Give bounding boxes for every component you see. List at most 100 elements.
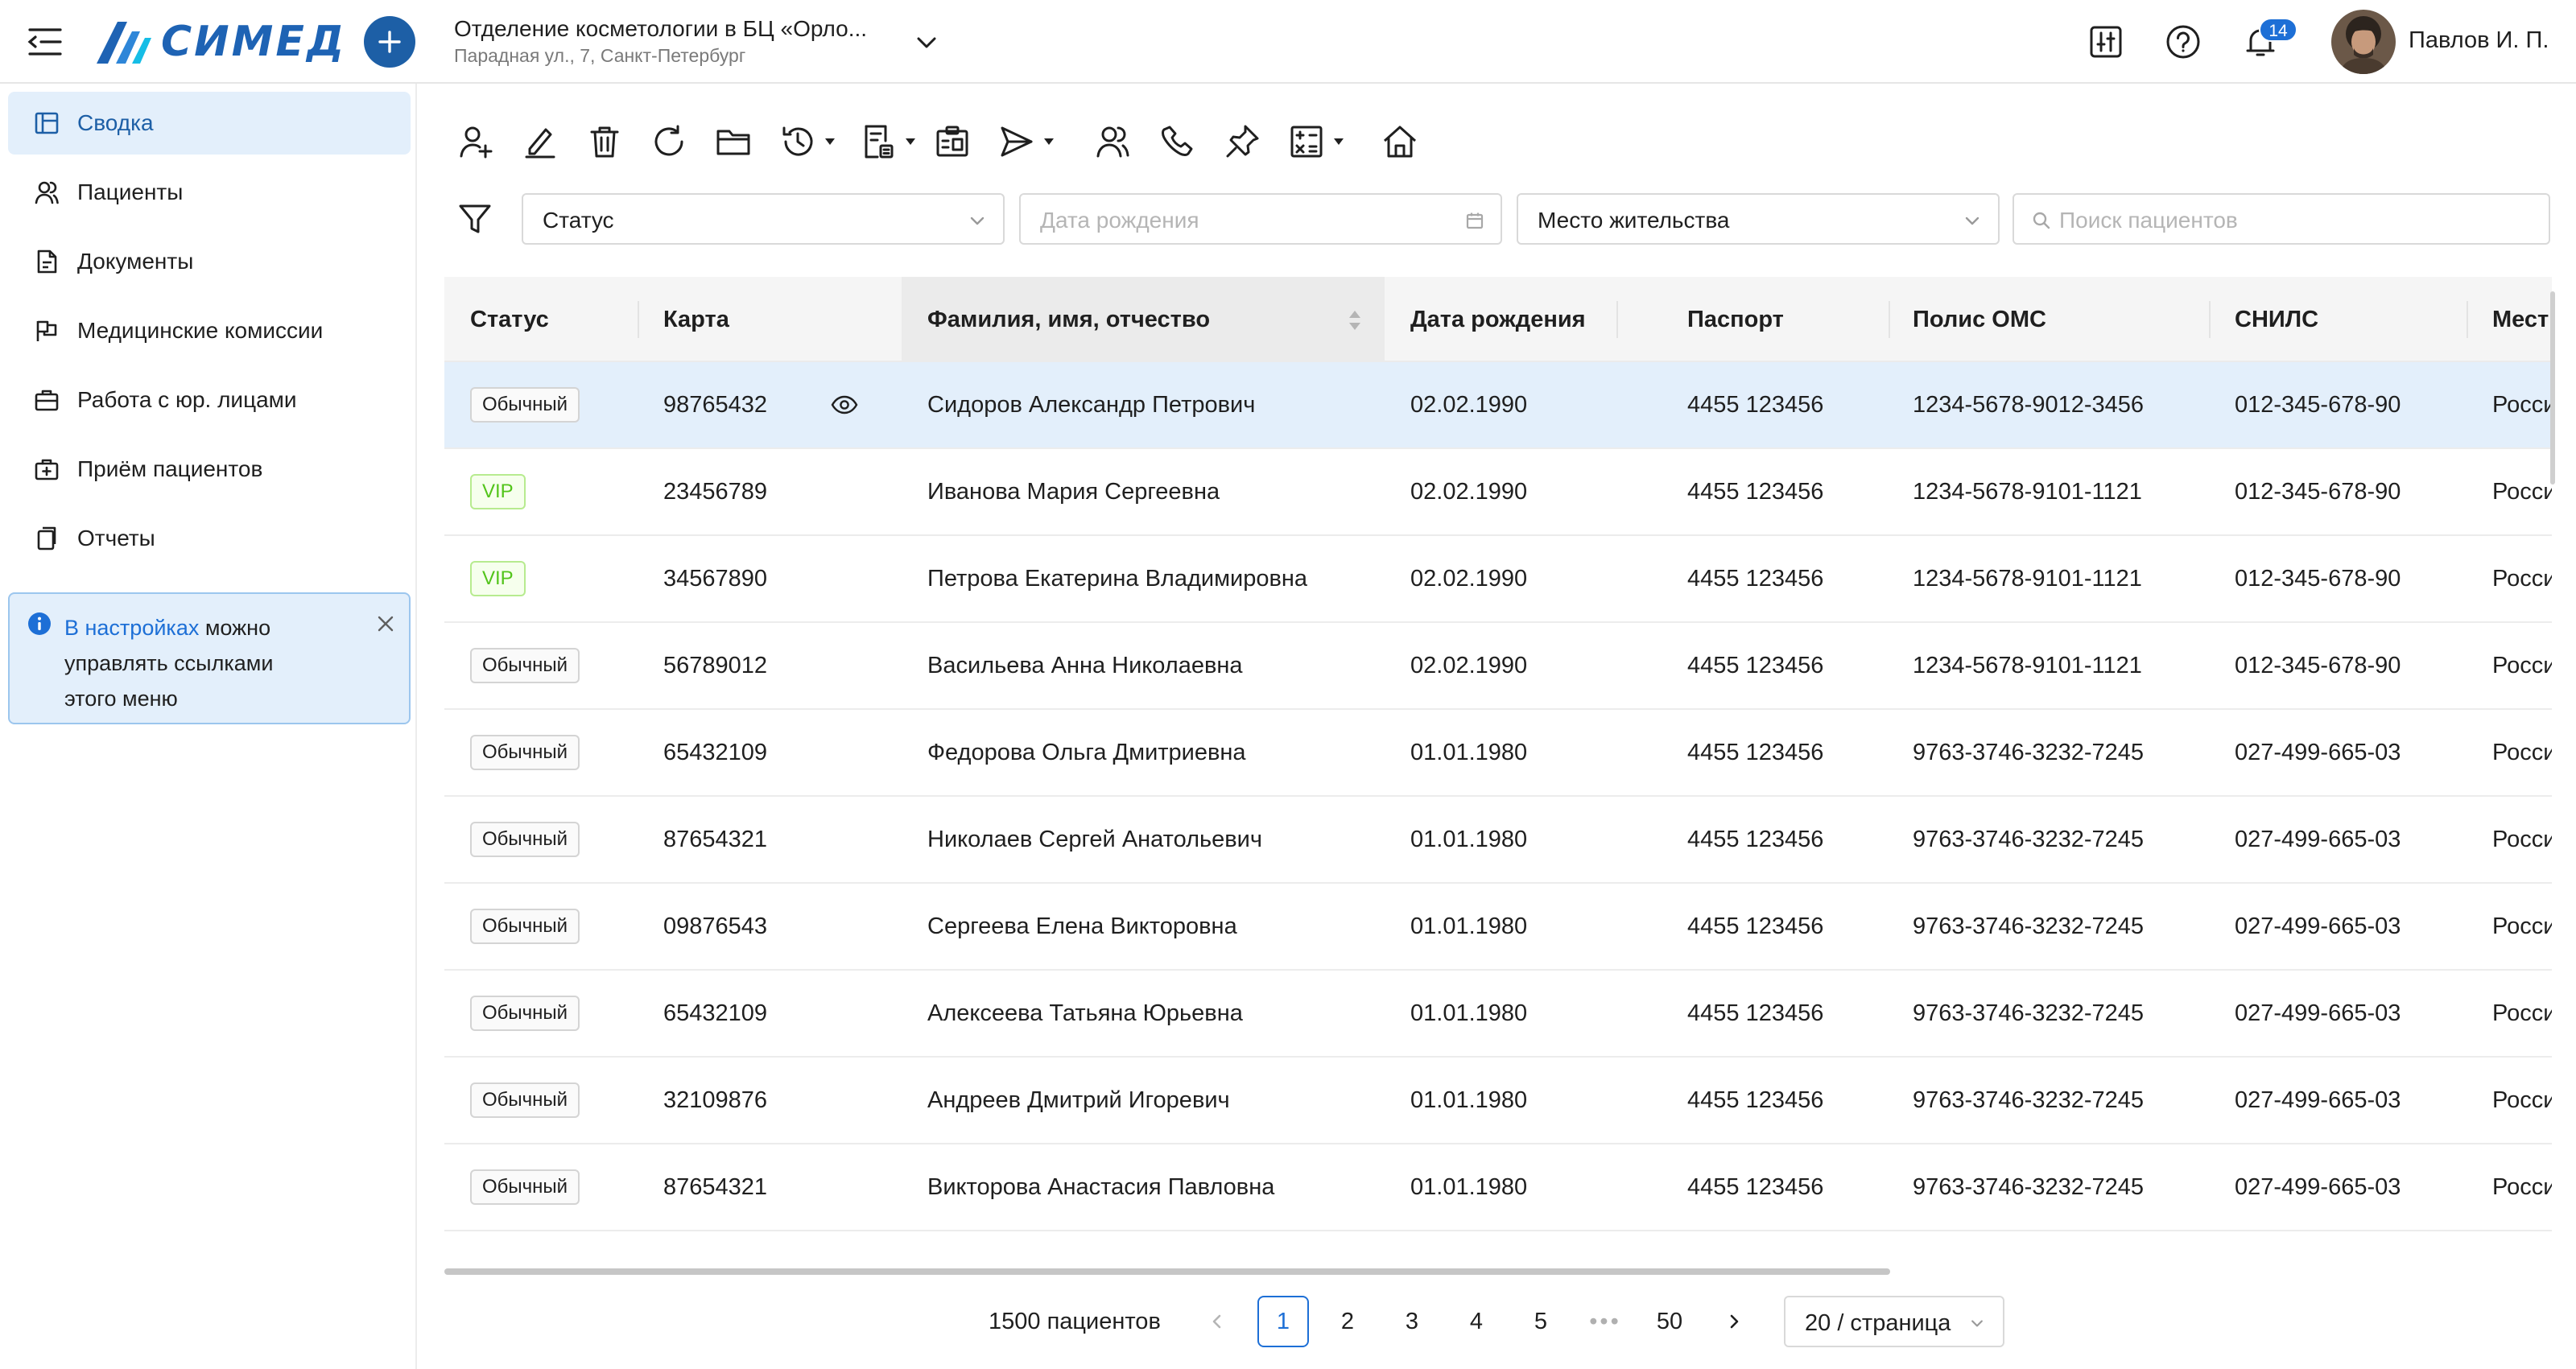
passport-cell: 4455 123456 [1687, 739, 1824, 765]
app-logo[interactable]: СИМЕД [93, 16, 346, 68]
table-row[interactable]: Обычный 65432109 Алексеева Татьяна Юрьевна… [444, 971, 2552, 1058]
column-divider[interactable] [1616, 301, 1618, 338]
column-header-card[interactable]: Карта [663, 277, 729, 362]
organization-selector[interactable]: Отделение косметологии в БЦ «Орло... Пар… [454, 14, 953, 68]
column-divider[interactable] [638, 301, 639, 338]
page-size-select[interactable]: 20 / страница [1784, 1296, 2004, 1347]
settings-link[interactable]: В настройках [64, 616, 199, 640]
oms-policy-cell: 9763-3746-3232-7245 [1913, 826, 2145, 852]
page-4[interactable]: 4 [1451, 1296, 1502, 1347]
column-divider[interactable] [2209, 301, 2211, 338]
vertical-scrollbar[interactable] [2550, 291, 2555, 485]
column-header-passport[interactable]: Паспорт [1687, 277, 1784, 362]
page-1[interactable]: 1 [1257, 1296, 1309, 1347]
table-row[interactable]: Обычный 65432109 Федорова Ольга Дмитриевна… [444, 710, 2552, 797]
sidebar-item-documents[interactable]: Документы [8, 230, 411, 293]
sidebar-item-reception[interactable]: Приём пациентов [8, 438, 411, 501]
snils-cell: 012-345-678-90 [2235, 652, 2401, 678]
users-button[interactable] [1095, 122, 1132, 161]
table-row[interactable]: Обычный 87654321 Викторова Анастасия Павло… [444, 1144, 2552, 1231]
column-divider[interactable] [1889, 301, 1890, 338]
folder-button[interactable] [715, 122, 752, 161]
add-button[interactable] [364, 16, 415, 68]
full-name-cell: Федорова Ольга Дмитриевна [927, 739, 1246, 765]
column-header-status[interactable]: Статус [470, 277, 549, 362]
horizontal-scrollbar[interactable] [444, 1268, 1890, 1275]
history-button[interactable] [779, 122, 836, 161]
column-header-label: Фамилия, имя, отчество [927, 306, 1211, 332]
oms-policy-cell: 9763-3746-3232-7245 [1913, 1000, 2145, 1026]
page-ellipsis[interactable]: ••• [1579, 1296, 1631, 1347]
next-page-button[interactable] [1708, 1296, 1760, 1347]
page-5[interactable]: 5 [1515, 1296, 1567, 1347]
chevron-down-icon[interactable] [913, 29, 940, 56]
status-filter-select[interactable]: Статус [522, 193, 1005, 245]
info-message: В настройках можно управлять ссылками эт… [64, 610, 330, 716]
column-divider[interactable] [2467, 301, 2468, 338]
table-row[interactable]: Обычный 87654321 Николаев Сергей Анатольев… [444, 797, 2552, 884]
page-3[interactable]: 3 [1386, 1296, 1438, 1347]
caret-down-icon [1044, 138, 1054, 145]
column-header-full-name[interactable]: Фамилия, имя, отчество [902, 277, 1385, 362]
home-button[interactable] [1381, 122, 1418, 161]
sidebar-item-commissions[interactable]: Медицинские комиссии [8, 299, 411, 362]
sidebar-item-legal-entities[interactable]: Работа с юр. лицами [8, 369, 411, 431]
page-2[interactable]: 2 [1322, 1296, 1373, 1347]
status-badge: Обычный [470, 648, 580, 683]
table-row[interactable]: VIP 23456789 Иванова Мария Сергеевна 02.02.… [444, 449, 2552, 536]
birthdate-filter-placeholder: Дата рождения [1040, 208, 1199, 233]
users-icon [1096, 126, 1129, 158]
help-button[interactable] [2164, 23, 2202, 61]
page-last[interactable]: 50 [1644, 1296, 1695, 1347]
sidebar-item-patients[interactable]: Пациенты [8, 161, 411, 224]
table-row[interactable]: Обычный 09876543 Сергеева Елена Викторовна… [444, 884, 2552, 971]
oms-policy-cell: 9763-3746-3232-7245 [1913, 1173, 2145, 1200]
table-row[interactable]: Обычный 98765432 Сидоров Александр Петрови… [444, 362, 2552, 449]
clipboard-icon [936, 126, 968, 157]
user-name[interactable]: Павлов И. П. [2409, 27, 2549, 54]
page-size-value: 20 / страница [1805, 1310, 1951, 1336]
status-badge: Обычный [470, 735, 580, 770]
close-icon[interactable] [375, 613, 396, 634]
pin-button[interactable] [1224, 122, 1261, 161]
table-row[interactable]: Обычный 32109876 Андреев Дмитрий Игоревич 0… [444, 1058, 2552, 1144]
menu-collapse-button[interactable] [23, 23, 68, 61]
clipboard-button[interactable] [934, 122, 971, 161]
table-row[interactable]: VIP 34567890 Петрова Екатерина Владимировн… [444, 536, 2552, 623]
sort-icon [1349, 311, 1360, 330]
sidebar-item-reports[interactable]: Отчеты [8, 507, 411, 570]
table-row[interactable]: Обычный 56789012 Васильева Анна Николаевна… [444, 623, 2552, 710]
status-cell: Обычный [470, 1144, 580, 1230]
column-header-oms[interactable]: Полис ОМС [1913, 277, 2046, 362]
avatar[interactable] [2331, 10, 2396, 74]
card-number-cell: 34567890 [663, 565, 768, 592]
residence-filter-value: Место жительства [1538, 208, 1730, 233]
residence-filter-select[interactable]: Место жительства [1517, 193, 2000, 245]
refresh-button[interactable] [650, 122, 687, 161]
document-list-button[interactable] [860, 122, 916, 161]
residence-cell: Росси [2492, 739, 2552, 765]
logo-mark-icon [97, 22, 151, 64]
birthdate-filter-input[interactable]: Дата рождения [1019, 193, 1502, 245]
card-number-cell: 56789012 [663, 652, 768, 678]
column-header-residence[interactable]: Мест [2492, 277, 2549, 362]
sidebar-item-summary[interactable]: Сводка [8, 92, 411, 155]
prev-page-button[interactable] [1191, 1296, 1243, 1347]
settings-sliders-button[interactable] [2087, 23, 2125, 61]
eye-icon[interactable] [831, 391, 858, 419]
send-button[interactable] [998, 122, 1055, 161]
calculator-button[interactable] [1288, 122, 1344, 161]
filter-icon[interactable] [457, 201, 493, 237]
birthdate-cell: 02.02.1990 [1410, 391, 1528, 418]
edit-button[interactable] [522, 122, 559, 161]
add-patient-button[interactable] [457, 122, 494, 161]
organization-name: Отделение косметологии в БЦ «Орло... [454, 16, 868, 41]
patient-search-input[interactable]: Поиск пациентов [2013, 193, 2550, 245]
column-header-birthdate[interactable]: Дата рождения [1410, 277, 1586, 362]
patients-table: Статус Карта Фамилия, имя, отчество Дата… [444, 277, 2552, 1280]
plus-icon [378, 31, 401, 53]
column-header-snils[interactable]: СНИЛС [2235, 277, 2318, 362]
call-button[interactable] [1159, 122, 1196, 161]
medkit-icon [35, 459, 59, 480]
delete-button[interactable] [586, 122, 623, 161]
